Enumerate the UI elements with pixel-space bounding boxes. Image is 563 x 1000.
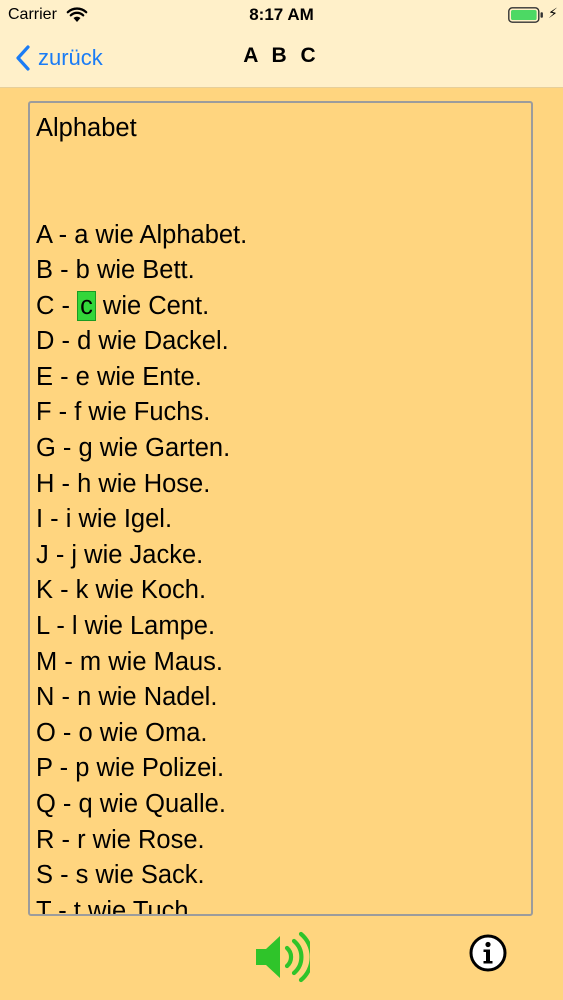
alphabet-line: N - n wie Nadel.	[36, 680, 525, 716]
line-text: e wie Ente.	[75, 362, 202, 391]
line-text: r wie Rose.	[77, 825, 205, 854]
alphabet-line: K - k wie Koch.	[36, 573, 525, 609]
line-prefix: M -	[36, 647, 80, 676]
line-prefix: P -	[36, 754, 76, 783]
alphabet-line: O - o wie Oma.	[36, 716, 525, 752]
alphabet-line: A - a wie Alphabet.	[36, 218, 525, 254]
alphabet-list: A - a wie Alphabet. B - b wie Bett. C - c …	[36, 218, 525, 916]
line-text: wie Cent.	[95, 291, 210, 320]
line-prefix: N -	[36, 683, 78, 712]
line-text: s wie Sack.	[75, 861, 205, 890]
text-heading: Alphabet	[36, 114, 137, 142]
line-text: q wie Qualle.	[78, 790, 226, 818]
alphabet-line: F - f wie Fuchs.	[36, 395, 525, 431]
alphabet-line: E - e wie Ente.	[36, 360, 525, 396]
info-button[interactable]	[468, 933, 508, 973]
alphabet-line: I - i wie Igel.	[36, 502, 525, 538]
alphabet-line: M - m wie Maus.	[36, 645, 525, 681]
line-prefix: S -	[36, 861, 76, 890]
line-prefix: D -	[36, 327, 78, 356]
speaker-button[interactable]	[254, 930, 310, 984]
line-prefix: Q -	[36, 790, 79, 818]
line-prefix: L -	[36, 612, 72, 641]
alphabet-line: J - j wie Jacke.	[36, 538, 525, 574]
text-view[interactable]: Alphabet A - a wie Alphabet. B - b wie Be…	[28, 101, 533, 916]
line-prefix: R -	[36, 825, 78, 854]
line-text: j wie Jacke.	[71, 540, 204, 569]
line-text: n wie Nadel.	[77, 683, 218, 712]
line-text: b wie Bett.	[75, 256, 195, 285]
line-text: m wie Maus.	[79, 647, 224, 676]
alphabet-line: H - h wie Hose.	[36, 467, 525, 503]
alphabet-line: B - b wie Bett.	[36, 253, 525, 289]
alphabet-line: R - r wie Rose.	[36, 823, 525, 859]
status-bar: Carrier 8:17 AM ⚡	[0, 0, 563, 30]
line-prefix: F -	[36, 398, 75, 427]
line-text: d wie Dackel.	[77, 327, 229, 356]
line-text: p wie Polizei.	[75, 754, 225, 783]
alphabet-line: D - d wie Dackel.	[36, 324, 525, 360]
page-title: A B C	[243, 44, 320, 67]
line-prefix: J -	[36, 540, 72, 569]
alphabet-line: C - c wie Cent.	[36, 289, 525, 325]
line-prefix: T -	[36, 896, 74, 916]
line-prefix: A -	[36, 220, 75, 249]
blank-lines	[36, 147, 525, 218]
line-text: a wie Alphabet.	[74, 220, 248, 249]
line-prefix: B -	[36, 256, 76, 285]
line-text: l wie Lampe.	[71, 612, 216, 641]
line-text: o wie Oma.	[78, 718, 208, 747]
line-prefix: I -	[36, 505, 66, 534]
navigation-bar: zurück A B C	[0, 30, 563, 88]
alphabet-line: P - p wie Polizei.	[36, 751, 525, 787]
line-prefix: O -	[36, 718, 79, 747]
line-text: g wie Garten.	[78, 434, 231, 463]
alphabet-line: G - g wie Garten.	[36, 431, 525, 467]
line-prefix: H -	[36, 469, 78, 498]
alphabet-line: S - s wie Sack.	[36, 858, 525, 894]
charging-bolt-icon: ⚡	[548, 5, 558, 21]
line-text: k wie Koch.	[75, 576, 207, 605]
text-content: Alphabet A - a wie Alphabet. B - b wie Be…	[36, 111, 525, 916]
line-prefix: C -	[36, 291, 78, 320]
line-prefix: G -	[36, 434, 79, 463]
line-text: f wie Fuchs.	[74, 398, 211, 427]
line-prefix: K -	[36, 576, 76, 605]
alphabet-line: Q - q wie Qualle.	[36, 787, 525, 823]
alphabet-line: L - l wie Lampe.	[36, 609, 525, 645]
line-text: h wie Hose.	[77, 469, 211, 498]
line-prefix: E -	[36, 362, 76, 391]
alphabet-line: T - t wie Tuch.	[36, 894, 525, 916]
line-text: i wie Igel.	[65, 505, 173, 534]
line-text: t wie Tuch.	[73, 896, 196, 916]
highlighted-letter: c	[77, 290, 96, 321]
battery-icon	[508, 7, 543, 23]
clock: 8:17 AM	[249, 5, 314, 24]
